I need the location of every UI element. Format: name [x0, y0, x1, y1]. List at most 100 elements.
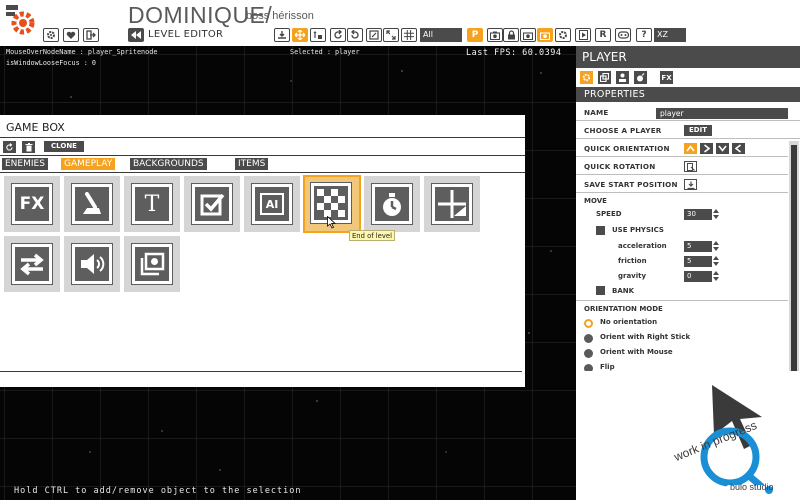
orientation-mode-label: ORIENTATION MODE	[584, 305, 663, 313]
resize-icon[interactable]	[366, 28, 382, 42]
camera-view-icon[interactable]	[520, 28, 536, 42]
rotation-icon[interactable]	[684, 161, 697, 172]
gravity-increment-icon[interactable]	[713, 271, 719, 275]
rotate-cw-icon[interactable]	[330, 28, 346, 42]
rotate-ccw-icon[interactable]	[347, 28, 363, 42]
panel-icon-bar: FX	[576, 68, 800, 86]
radio-orient-right-stick[interactable]	[584, 334, 593, 343]
object-tile-player-start[interactable]	[64, 176, 120, 232]
choose-player-row: CHOOSE A PLAYER EDIT	[576, 122, 800, 139]
refresh-icon[interactable]	[3, 141, 16, 153]
scale-icon[interactable]	[310, 28, 326, 42]
speed-input[interactable]: 30	[684, 209, 712, 220]
fx-icon[interactable]: FX	[660, 71, 673, 84]
r-letter-button[interactable]: R	[595, 28, 611, 42]
acceleration-increment-icon[interactable]	[713, 241, 719, 245]
panel-header: PLAYER	[576, 46, 800, 68]
name-field[interactable]: player	[656, 108, 788, 119]
save-download-icon[interactable]	[684, 179, 697, 190]
expand-icon[interactable]	[383, 28, 399, 42]
move-section-label: MOVE	[584, 197, 607, 205]
camera-active-icon[interactable]	[537, 28, 553, 42]
save-start-position-row: SAVE START POSITION	[576, 176, 788, 193]
tab-items[interactable]: ITEMS	[235, 158, 269, 170]
use-physics-checkbox[interactable]	[596, 226, 605, 235]
edit-button[interactable]: EDIT	[684, 125, 712, 136]
move-arrows-icon[interactable]	[292, 28, 308, 42]
acceleration-input[interactable]: 5	[684, 241, 712, 252]
properties-panel: PLAYER FX PROPERTIES NAME player CHOOSE …	[576, 46, 800, 500]
gamepad-icon[interactable]	[615, 28, 631, 42]
option-no-orientation-label: No orientation	[600, 318, 658, 326]
divider	[0, 137, 525, 138]
friction-increment-icon[interactable]	[713, 256, 719, 260]
object-tile-sound[interactable]	[64, 236, 120, 292]
acceleration-label: acceleration	[618, 242, 667, 250]
grid-icon[interactable]	[401, 28, 417, 42]
plane-select[interactable]: XZ	[654, 28, 686, 42]
panel-title: PLAYER	[582, 50, 627, 64]
speed-increment-icon[interactable]	[713, 209, 719, 213]
friction-input[interactable]: 5	[684, 256, 712, 267]
tab-gameplay[interactable]: GAMEPLAY	[61, 158, 116, 170]
heart-icon[interactable]	[63, 28, 79, 42]
lock-icon[interactable]	[503, 28, 519, 42]
bank-checkbox[interactable]	[596, 286, 605, 295]
divider	[576, 300, 788, 301]
arrow-right-icon[interactable]	[700, 143, 713, 154]
quick-orientation-row: QUICK ORIENTATION	[576, 140, 788, 157]
studio-name-text: bulo studio	[730, 482, 774, 492]
bomb-icon[interactable]	[634, 71, 647, 84]
text-icon: T	[131, 183, 173, 225]
player-icon[interactable]	[616, 71, 629, 84]
acceleration-decrement-icon[interactable]	[713, 247, 719, 251]
play-icon[interactable]	[575, 28, 591, 42]
game-box-panel: GAME BOX CLONE ENEMIES GAMEPLAY BACKGROU…	[0, 115, 525, 387]
object-tile-fx[interactable]: FX	[4, 176, 60, 232]
trash-icon[interactable]	[22, 141, 35, 153]
debug-selected: Selected : player	[290, 48, 360, 56]
gravity-input[interactable]: 0	[684, 271, 712, 282]
friction-decrement-icon[interactable]	[713, 262, 719, 266]
option-flip-label: Flip	[600, 363, 615, 371]
clone-button[interactable]: CLONE	[44, 141, 84, 152]
object-tile-split[interactable]	[424, 176, 480, 232]
settings-gear-icon[interactable]	[43, 28, 59, 42]
tab-enemies[interactable]: ENEMIES	[2, 158, 48, 170]
gear-icon[interactable]	[580, 71, 593, 84]
layers-icon[interactable]	[598, 71, 611, 84]
object-tile-camera[interactable]	[124, 236, 180, 292]
object-tile-timer[interactable]	[364, 176, 420, 232]
debug-mouseover-node: MouseOverNodeName : player_Spritenode	[6, 48, 158, 56]
gear-logo-icon	[6, 5, 35, 35]
object-tile-checkpoint[interactable]	[184, 176, 240, 232]
rewind-icon[interactable]	[128, 28, 144, 42]
radio-no-orientation[interactable]	[584, 319, 593, 328]
editor-mode-label: LEVEL EDITOR	[148, 29, 224, 40]
mouse-cursor-icon	[327, 216, 336, 229]
ai-icon: AI	[251, 183, 293, 225]
settings-icon[interactable]	[555, 28, 571, 42]
gravity-decrement-icon[interactable]	[713, 277, 719, 281]
properties-scrollbar[interactable]	[789, 141, 799, 383]
object-tile-text[interactable]: T	[124, 176, 180, 232]
filter-select[interactable]: All	[420, 28, 462, 42]
download-icon[interactable]	[274, 28, 290, 42]
speed-decrement-icon[interactable]	[713, 215, 719, 219]
arrow-left-icon[interactable]	[732, 143, 745, 154]
tab-backgrounds[interactable]: BACKGROUNDS	[130, 158, 207, 170]
radio-orient-mouse[interactable]	[584, 349, 593, 358]
exit-icon[interactable]	[83, 28, 99, 42]
bottom-divider	[0, 371, 522, 372]
object-tile-swap[interactable]	[4, 236, 60, 292]
fx-icon: FX	[11, 183, 53, 225]
object-tile-ai[interactable]: AI	[244, 176, 300, 232]
option-orient-right-stick-label: Orient with Right Stick	[600, 333, 691, 341]
scrollbar-thumb[interactable]	[791, 145, 797, 379]
camera-icon[interactable]	[487, 28, 503, 42]
help-button[interactable]: ?	[636, 28, 652, 42]
arrow-up-icon[interactable]	[684, 143, 697, 154]
arrow-down-icon[interactable]	[716, 143, 729, 154]
p-letter-button[interactable]: P	[467, 28, 483, 42]
properties-title: PROPERTIES	[584, 89, 646, 100]
